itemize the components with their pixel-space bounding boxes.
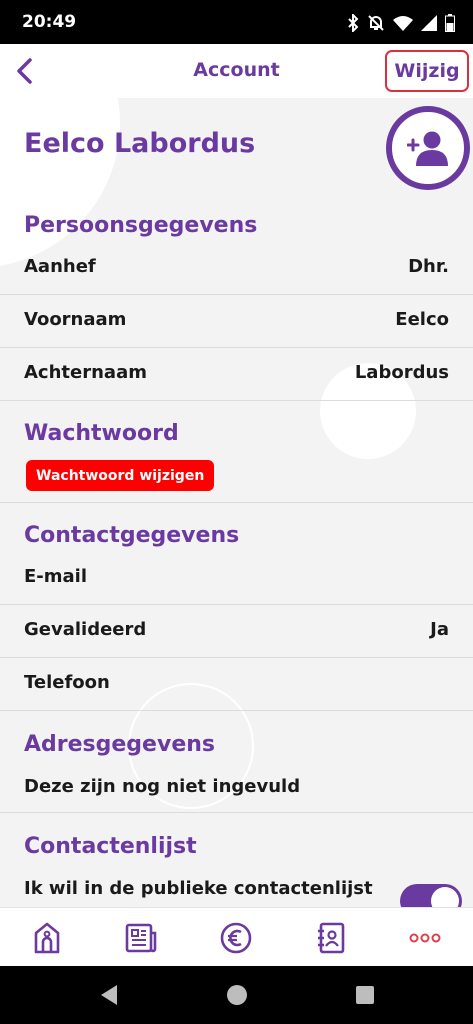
section-title-contactlist: Contactenlijst: [24, 834, 197, 859]
row-value: Labordus: [354, 362, 449, 383]
row-label: Achternaam: [24, 362, 147, 383]
nav-finance[interactable]: [189, 908, 283, 967]
row-label: E-mail: [24, 566, 88, 587]
row-label: Gevalideerd: [24, 619, 147, 640]
table-row: Achternaam Labordus: [0, 348, 473, 401]
signal-icon: [421, 15, 437, 31]
nav-home[interactable]: [0, 908, 94, 967]
table-row: Aanhef Dhr.: [0, 242, 473, 295]
table-row: Voornaam Eelco: [0, 295, 473, 348]
section-title-contact: Contactgegevens: [24, 523, 240, 548]
row-value: Eelco: [395, 309, 449, 330]
profile-name: Eelco Labordus: [24, 128, 256, 159]
row-value: Dhr.: [408, 256, 449, 277]
triangle-back-icon: [101, 985, 117, 1005]
news-icon: [125, 923, 157, 952]
row-label: Aanhef: [24, 256, 96, 277]
public-contactlist-toggle[interactable]: [400, 884, 462, 907]
home-icon: [34, 922, 60, 953]
add-contact-button[interactable]: [386, 106, 470, 190]
battery-icon: [445, 14, 455, 32]
status-bar: 20:49: [0, 0, 473, 44]
wifi-icon: [393, 15, 413, 31]
euro-icon: [220, 922, 252, 953]
section-title-address: Adresgegevens: [24, 732, 215, 757]
toggle-knob: [431, 887, 459, 907]
divider: [0, 502, 473, 503]
contacts-icon: [318, 922, 345, 953]
bell-muted-icon: [367, 14, 385, 32]
bluetooth-icon: [347, 14, 359, 32]
system-recents-button[interactable]: [352, 982, 378, 1008]
change-password-button[interactable]: Wachtwoord wijzigen: [26, 460, 215, 491]
circle-home-icon: [227, 985, 247, 1005]
table-row: E-mail: [0, 552, 473, 605]
bottom-nav: [0, 907, 473, 966]
person-add-icon: [407, 131, 448, 166]
account-content[interactable]: Eelco Labordus Persoonsgegevens Aanhef D…: [0, 98, 473, 907]
table-row: Telefoon: [0, 658, 473, 711]
section-title-password: Wachtwoord: [24, 421, 179, 446]
row-value: Ja: [430, 619, 449, 640]
edit-button[interactable]: Wijzig: [385, 50, 469, 92]
status-time: 20:49: [22, 12, 77, 32]
system-back-button[interactable]: [96, 982, 122, 1008]
status-icons: [347, 12, 455, 34]
system-nav-bar: [0, 966, 473, 1024]
address-empty-note: Deze zijn nog niet ingevuld: [24, 776, 301, 797]
public-contactlist-label: Ik wil in de publieke contactenlijst: [24, 878, 373, 899]
system-home-button[interactable]: [224, 982, 250, 1008]
nav-more[interactable]: [378, 908, 472, 967]
app-bar: Account Wijzig: [0, 44, 473, 98]
more-icon: [409, 933, 441, 942]
divider: [0, 812, 473, 813]
table-row: Gevalideerd Ja: [0, 605, 473, 658]
nav-news[interactable]: [94, 908, 188, 967]
nav-contacts[interactable]: [284, 908, 378, 967]
row-label: Voornaam: [24, 309, 127, 330]
square-recents-icon: [356, 986, 374, 1004]
section-title-personal: Persoonsgegevens: [24, 213, 258, 238]
row-label: Telefoon: [24, 672, 110, 693]
